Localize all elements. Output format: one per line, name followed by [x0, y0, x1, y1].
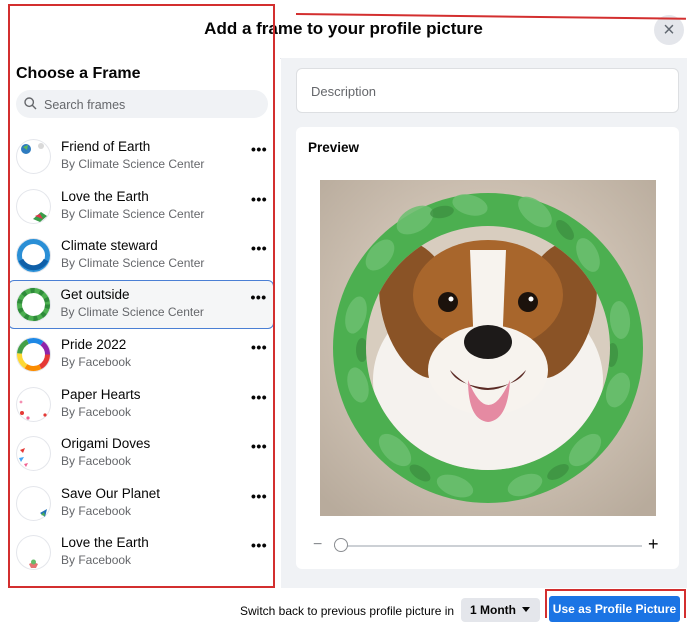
frame-thumbnail [16, 238, 51, 273]
zoom-out-icon[interactable]: − [313, 536, 322, 554]
choose-frame-title: Choose a Frame [16, 65, 141, 82]
more-options-icon[interactable]: ••• [251, 289, 267, 305]
frame-author: By Climate Science Center [60, 305, 204, 319]
description-box[interactable] [296, 68, 679, 114]
zoom-in-icon[interactable]: + [648, 534, 659, 555]
more-options-icon[interactable]: ••• [251, 240, 267, 256]
more-options-icon[interactable]: ••• [251, 488, 267, 504]
frame-thumbnail [16, 188, 51, 224]
caret-down-icon [522, 607, 530, 612]
frame-thumbnail [16, 485, 51, 521]
more-options-icon[interactable]: ••• [251, 191, 267, 207]
switch-back-label: Switch back to previous profile picture … [240, 604, 455, 618]
list-item-selected[interactable]: Get outside By Climate Science Center ••… [8, 279, 274, 329]
list-item[interactable]: Friend of Earth By Climate Science Cente… [8, 131, 274, 181]
frame-thumbnail [16, 436, 51, 471]
list-item[interactable]: Paper Hearts By Facebook ••• [8, 379, 274, 429]
frame-author: By Climate Science Center [61, 256, 205, 270]
preview-label: Preview [308, 140, 360, 155]
frame-author: By Facebook [61, 553, 132, 567]
frame-thumbnail [16, 139, 51, 174]
frame-name: Get outside [60, 287, 130, 302]
frame-thumbnail [16, 386, 51, 422]
frame-thumbnail [16, 337, 51, 372]
duration-value: 1 Month [470, 603, 516, 617]
dialog-header: Add a frame to your profile picture × [0, 0, 687, 59]
more-options-icon[interactable]: ••• [251, 389, 267, 405]
search-input[interactable] [42, 90, 256, 120]
profile-preview-image[interactable] [320, 180, 656, 516]
frame-name: Origami Doves [61, 436, 151, 451]
zoom-slider-handle[interactable] [334, 538, 348, 552]
close-icon: × [663, 19, 675, 41]
zoom-slider-track[interactable] [334, 545, 642, 547]
more-options-icon[interactable]: ••• [251, 141, 267, 157]
description-input[interactable] [309, 69, 670, 114]
use-as-profile-picture-button[interactable]: Use as Profile Picture [549, 596, 680, 622]
frame-thumbnail [16, 535, 51, 570]
frame-author: By Facebook [61, 454, 132, 468]
frame-name: Love the Earth [61, 188, 149, 204]
list-item[interactable]: Climate steward By Climate Science Cente… [8, 230, 274, 280]
list-item[interactable]: Love the Earth By Climate Science Center… [8, 181, 274, 231]
search-box[interactable] [16, 90, 268, 120]
search-icon [24, 97, 37, 110]
list-item[interactable]: Save Our Planet By Facebook ••• [8, 478, 274, 528]
frame-list: Friend of Earth By Climate Science Cente… [8, 131, 274, 577]
duration-dropdown[interactable]: 1 Month [461, 598, 540, 622]
list-item[interactable]: Origami Doves By Facebook ••• [8, 428, 274, 478]
frame-name: Pride 2022 [61, 337, 127, 352]
frame-author: By Facebook [61, 503, 132, 518]
frame-thumbnail [15, 287, 51, 322]
frame-author: By Climate Science Center [61, 206, 205, 221]
frame-name: Paper Hearts [61, 386, 141, 402]
more-options-icon[interactable]: ••• [251, 339, 267, 355]
frame-name: Climate steward [61, 238, 158, 253]
more-options-icon[interactable]: ••• [251, 537, 267, 553]
list-item[interactable]: Pride 2022 By Facebook ••• [8, 329, 274, 379]
frame-author: By Facebook [61, 404, 132, 419]
dialog-title: Add a frame to your profile picture [204, 19, 483, 38]
list-item[interactable]: Love the Earth By Facebook ••• [8, 527, 274, 577]
frame-author: By Facebook [61, 355, 132, 369]
frame-name: Friend of Earth [61, 139, 151, 154]
frame-author: By Climate Science Center [61, 157, 205, 171]
more-options-icon[interactable]: ••• [251, 438, 267, 454]
frame-name: Love the Earth [61, 535, 149, 550]
frame-name: Save Our Planet [61, 485, 161, 501]
